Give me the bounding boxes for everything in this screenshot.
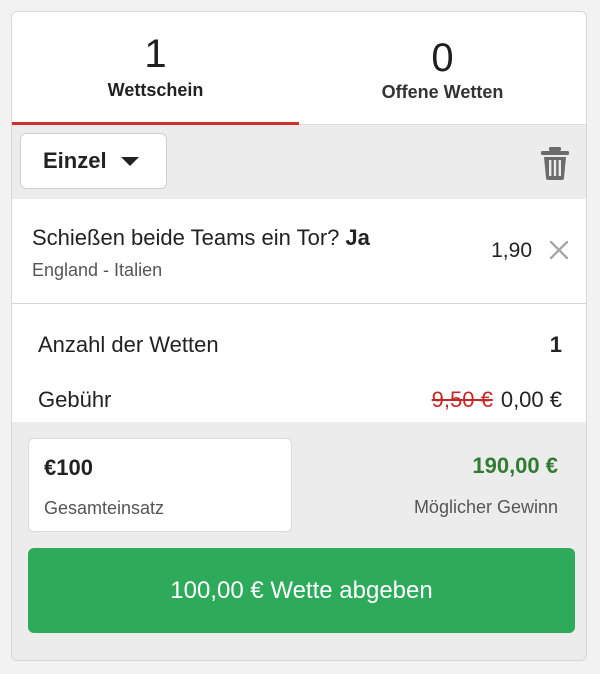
fee-new-value: 0,00 € [500, 387, 562, 412]
selection-odds: 1,90 [491, 239, 532, 262]
tab-count: 1 [144, 32, 167, 76]
stake-amount: €100 [44, 455, 93, 480]
betslip-toolbar: Einzel [12, 124, 586, 199]
potential-winnings: 190,00 € Möglicher Gewinn [414, 453, 558, 518]
selection-pick: Ja [345, 225, 370, 250]
fee-row: Gebühr 9,50 € 0,00 € [38, 387, 562, 413]
bets-count-label: Anzahl der Wetten [38, 332, 219, 357]
bet-selection: Schießen beide Teams ein Tor? Ja England … [12, 199, 586, 304]
caret-down-icon [120, 156, 139, 166]
close-icon[interactable] [548, 239, 570, 261]
fee-values: 9,50 € 0,00 € [432, 387, 562, 413]
betslip-tabs: 1 Wettschein 0 Offene Wetten [12, 12, 586, 125]
bets-count-value: 1 [549, 332, 562, 357]
fee-label: Gebühr [38, 387, 112, 412]
betslip-card: 1 Wettschein 0 Offene Wetten Einzel Schi… [11, 11, 587, 661]
place-bet-button[interactable]: 100,00 € Wette abgeben [28, 548, 575, 633]
tab-count: 0 [431, 36, 454, 80]
selection-market: Schießen beide Teams ein Tor? Ja [32, 225, 370, 251]
stake-caption: Gesamteinsatz [44, 498, 165, 518]
trash-icon[interactable] [540, 146, 570, 180]
tab-label: Wettschein [107, 80, 204, 100]
tab-wettschein[interactable]: 1 Wettschein [12, 12, 299, 125]
selection-event: England - Italien [32, 260, 163, 280]
bet-summary: Anzahl der Wetten 1 Gebühr 9,50 € 0,00 € [12, 304, 586, 422]
stake-input[interactable]: €100 Gesamteinsatz [28, 438, 292, 532]
market-name: Schießen beide Teams ein Tor? [32, 225, 340, 250]
tab-offene-wetten[interactable]: 0 Offene Wetten [299, 12, 586, 124]
bet-type-value: Einzel [43, 148, 107, 173]
fee-old-value: 9,50 € [431, 387, 493, 412]
bet-type-dropdown[interactable]: Einzel [20, 133, 167, 189]
bets-count-row: Anzahl der Wetten 1 [38, 332, 562, 358]
winnings-amount: 190,00 € [472, 453, 558, 478]
tab-label: Offene Wetten [381, 82, 504, 102]
winnings-caption: Möglicher Gewinn [413, 497, 558, 517]
